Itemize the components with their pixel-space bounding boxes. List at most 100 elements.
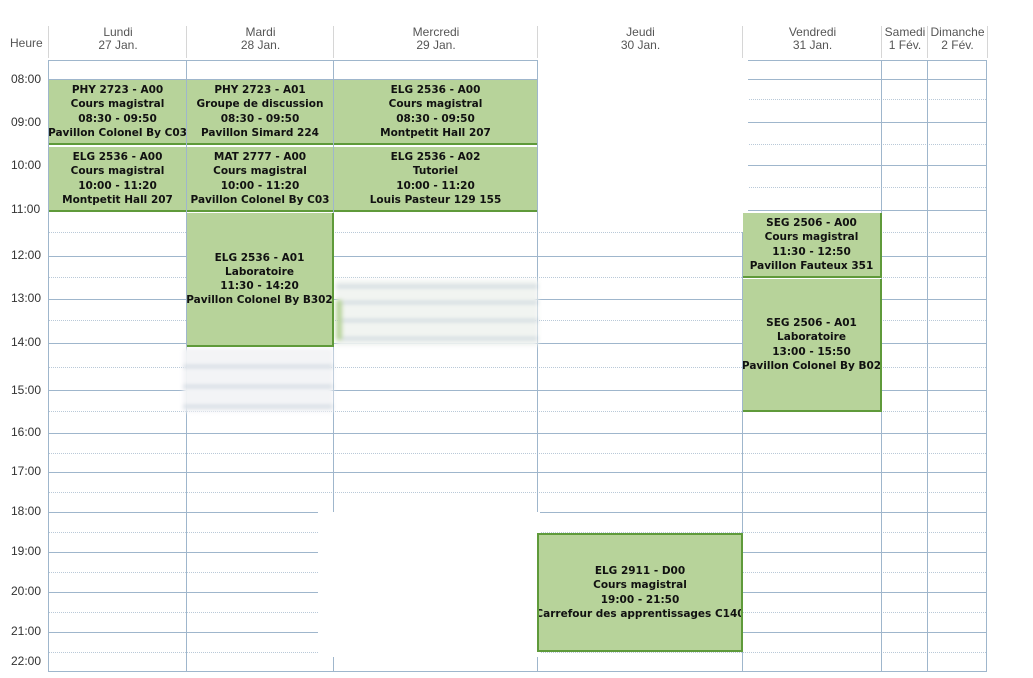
time-label: 17:00 — [11, 464, 42, 478]
time-label: 22:00 — [11, 654, 42, 668]
day-name: Dimanche — [930, 25, 985, 39]
grid-line — [48, 60, 986, 61]
event-code: ELG 2911 - D00 — [594, 565, 686, 578]
blurred-event — [183, 348, 333, 412]
day-header-vendredi[interactable]: Vendredi 31 Jan. — [742, 26, 882, 58]
event-code: ELG 2536 - A00 — [72, 151, 163, 164]
event-code: SEG 2506 - A00 — [766, 217, 857, 230]
event-code: ELG 2536 - A02 — [390, 151, 481, 164]
event-type: Cours magistral — [593, 579, 687, 592]
event-room: Pavillon Colonel By B02 — [743, 359, 882, 372]
day-header-mardi[interactable]: Mardi 28 Jan. — [186, 26, 334, 58]
day-date: 29 Jan. — [416, 38, 456, 52]
event-room: Montpetit Hall 207 — [380, 126, 491, 139]
blurred-event — [336, 280, 538, 346]
day-name: Mercredi — [412, 25, 460, 39]
event-type: Cours magistral — [70, 165, 165, 178]
event-time: 08:30 - 09:50 — [78, 112, 157, 125]
time-label: 21:00 — [11, 624, 42, 638]
event-time: 10:00 - 11:20 — [78, 179, 157, 192]
grid-column-line — [927, 60, 928, 672]
grid-line — [48, 492, 986, 493]
event-time: 10:00 - 11:20 — [396, 179, 475, 192]
hour-column-header: Heure — [10, 36, 43, 50]
event-code: PHY 2723 - A01 — [214, 84, 306, 97]
time-label: 11:00 — [11, 202, 41, 216]
day-date: 30 Jan. — [620, 38, 661, 52]
day-date: 28 Jan. — [240, 38, 281, 52]
course-event[interactable]: ELG 2911 - D00 Cours magistral 19:00 - 2… — [537, 533, 743, 652]
time-label: 19:00 — [11, 544, 42, 558]
event-type: Groupe de discussion — [196, 98, 324, 111]
time-label: 20:00 — [11, 584, 42, 598]
event-type: Cours magistral — [764, 231, 859, 244]
event-time: 13:00 - 15:50 — [772, 345, 851, 358]
time-label: 15:00 — [11, 383, 42, 397]
time-label: 08:00 — [11, 72, 42, 86]
grid-line — [48, 453, 986, 454]
day-header-lundi[interactable]: Lundi 27 Jan. — [48, 26, 187, 58]
redacted-area — [538, 60, 748, 232]
event-code: ELG 2536 - A01 — [214, 251, 305, 264]
course-event[interactable]: ELG 2536 - A02 Tutoriel 10:00 - 11:20 Lo… — [334, 147, 537, 212]
day-header-dimanche[interactable]: Dimanche 2 Fév. — [927, 26, 988, 58]
day-date: 2 Fév. — [941, 38, 974, 52]
day-name: Vendredi — [788, 25, 837, 39]
grid-line — [48, 472, 986, 473]
event-type: Cours magistral — [213, 165, 307, 178]
grid-column-line — [986, 60, 987, 672]
event-room: Louis Pasteur 129 155 — [369, 193, 502, 206]
event-room: Pavillon Colonel By B302 — [187, 294, 333, 307]
day-name: Lundi — [103, 25, 133, 39]
event-code: MAT 2777 - A00 — [213, 151, 307, 164]
day-name: Samedi — [884, 25, 926, 39]
day-date: 27 Jan. — [98, 38, 138, 52]
course-event[interactable]: MAT 2777 - A00 Cours magistral 10:00 - 1… — [187, 147, 333, 212]
day-name: Mardi — [245, 25, 276, 39]
event-type: Cours magistral — [388, 98, 483, 111]
time-label: 09:00 — [11, 115, 42, 129]
grid-line — [48, 671, 986, 672]
day-header-mercredi[interactable]: Mercredi 29 Jan. — [333, 26, 538, 58]
event-room: Carrefour des apprentissages C140 — [537, 607, 743, 620]
course-event[interactable]: SEG 2506 - A01 Laboratoire 13:00 - 15:50… — [743, 279, 882, 412]
course-event[interactable]: ELG 2536 - A00 Cours magistral 08:30 - 0… — [334, 80, 537, 145]
event-room: Pavillon Simard 224 — [201, 126, 319, 139]
time-label: 16:00 — [11, 425, 42, 439]
course-event[interactable]: PHY 2723 - A01 Groupe de discussion 08:3… — [187, 80, 333, 145]
event-room: Pavillon Colonel By C03 — [190, 193, 330, 206]
event-time: 08:30 - 09:50 — [396, 112, 475, 125]
event-type: Laboratoire — [777, 331, 846, 344]
event-time: 10:00 - 11:20 — [220, 179, 300, 192]
event-type: Cours magistral — [70, 98, 165, 111]
event-type: Laboratoire — [225, 265, 294, 278]
day-name: Jeudi — [626, 25, 655, 39]
event-code: ELG 2536 - A00 — [390, 84, 481, 97]
event-time: 11:30 - 12:50 — [772, 245, 851, 258]
time-label: 12:00 — [11, 248, 42, 262]
weekly-calendar: Heure Lundi 27 Jan. Mardi 28 Jan. Mercredi… — [0, 0, 1033, 678]
redacted-area — [318, 512, 540, 657]
time-label: 14:00 — [11, 335, 42, 349]
day-header-jeudi[interactable]: Jeudi 30 Jan. — [537, 26, 743, 58]
day-date: 31 Jan. — [792, 38, 833, 52]
event-time: 08:30 - 09:50 — [220, 112, 300, 125]
time-label: 13:00 — [11, 291, 42, 305]
time-label: 10:00 — [11, 158, 42, 172]
course-event[interactable]: PHY 2723 - A00 Cours magistral 08:30 - 0… — [49, 80, 186, 145]
time-label: 18:00 — [11, 504, 42, 518]
course-event[interactable]: ELG 2536 - A00 Cours magistral 10:00 - 1… — [49, 147, 186, 212]
event-room: Pavillon Fauteux 351 — [749, 259, 874, 272]
event-time: 19:00 - 21:50 — [600, 593, 680, 606]
event-code: SEG 2506 - A01 — [766, 317, 857, 330]
event-code: PHY 2723 - A00 — [71, 84, 164, 97]
day-header-samedi[interactable]: Samedi 1 Fév. — [881, 26, 928, 58]
course-event[interactable]: SEG 2506 - A00 Cours magistral 11:30 - 1… — [743, 213, 882, 278]
event-room: Pavillon Colonel By C03 — [49, 126, 186, 139]
event-time: 11:30 - 14:20 — [220, 280, 299, 292]
course-event[interactable]: ELG 2536 - A01 Laboratoire 11:30 - 14:20… — [187, 213, 334, 347]
day-date: 1 Fév. — [888, 38, 922, 52]
grid-line — [48, 433, 986, 434]
event-room: Montpetit Hall 207 — [62, 193, 173, 206]
event-type: Tutoriel — [412, 165, 459, 178]
